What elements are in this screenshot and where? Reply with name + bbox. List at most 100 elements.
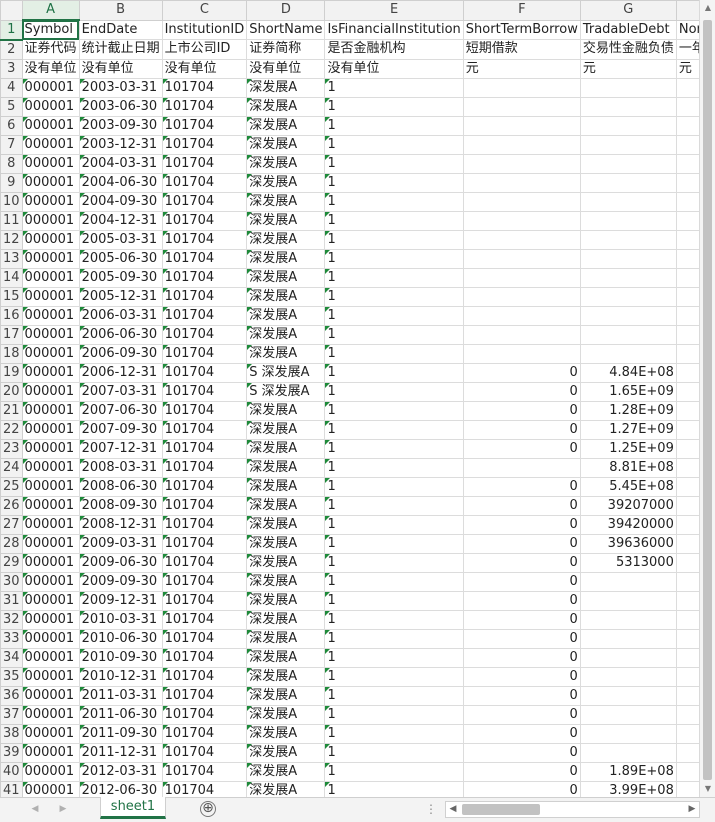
- cell-c[interactable]: 101704: [161, 305, 248, 326]
- cell-h[interactable]: [675, 191, 699, 212]
- cell-b[interactable]: 2011-12-31: [78, 742, 163, 763]
- cell-a[interactable]: 000001: [21, 723, 80, 744]
- cell-a[interactable]: 000001: [21, 628, 80, 649]
- row-header[interactable]: 26: [0, 495, 23, 516]
- cell-b[interactable]: EndDate: [78, 19, 163, 40]
- cell-e[interactable]: 1: [324, 248, 464, 269]
- cell-b[interactable]: 2010-09-30: [78, 647, 163, 668]
- cell-a[interactable]: 000001: [21, 229, 80, 250]
- cell-h[interactable]: [675, 552, 699, 573]
- cell-d[interactable]: 深发展A: [246, 210, 326, 231]
- cell-g[interactable]: [579, 666, 677, 687]
- cell-f[interactable]: 0: [462, 761, 581, 782]
- column-header-h[interactable]: H: [675, 0, 699, 21]
- cell-g[interactable]: 39636000: [579, 533, 677, 554]
- cell-b[interactable]: 2005-09-30: [78, 267, 163, 288]
- cell-g[interactable]: [579, 647, 677, 668]
- cell-e[interactable]: 1: [324, 685, 464, 706]
- cell-d[interactable]: 没有单位: [246, 58, 326, 79]
- cell-g[interactable]: [579, 77, 677, 98]
- cell-c[interactable]: 101704: [161, 438, 248, 459]
- cell-e[interactable]: 1: [324, 457, 464, 478]
- cell-b[interactable]: 2008-12-31: [78, 514, 163, 535]
- cell-h[interactable]: [675, 533, 699, 554]
- cell-b[interactable]: 2008-03-31: [78, 457, 163, 478]
- cell-b[interactable]: 2005-12-31: [78, 286, 163, 307]
- cell-h[interactable]: [675, 286, 699, 307]
- cell-b[interactable]: 2010-12-31: [78, 666, 163, 687]
- cell-d[interactable]: 深发展A: [246, 723, 326, 744]
- cell-h[interactable]: [675, 761, 699, 782]
- cell-e[interactable]: 1: [324, 628, 464, 649]
- cell-f[interactable]: [462, 248, 581, 269]
- cell-h[interactable]: [675, 609, 699, 630]
- cell-h[interactable]: [675, 723, 699, 744]
- cell-e[interactable]: 1: [324, 438, 464, 459]
- cell-f[interactable]: [462, 324, 581, 345]
- row-header[interactable]: 30: [0, 571, 23, 592]
- cell-d[interactable]: 深发展A: [246, 115, 326, 136]
- cell-f[interactable]: [462, 191, 581, 212]
- cell-b[interactable]: 2004-12-31: [78, 210, 163, 231]
- cell-c[interactable]: 101704: [161, 381, 248, 402]
- cell-d[interactable]: 深发展A: [246, 343, 326, 364]
- row-header[interactable]: 40: [0, 761, 23, 782]
- cell-a[interactable]: 000001: [21, 210, 80, 231]
- cell-a[interactable]: 000001: [21, 438, 80, 459]
- cell-b[interactable]: 2009-03-31: [78, 533, 163, 554]
- row-header[interactable]: 6: [0, 115, 23, 136]
- cell-f[interactable]: [462, 343, 581, 364]
- cell-a[interactable]: 000001: [21, 704, 80, 725]
- cell-d[interactable]: 深发展A: [246, 400, 326, 421]
- row-header[interactable]: 15: [0, 286, 23, 307]
- cell-a[interactable]: 000001: [21, 647, 80, 668]
- cell-g[interactable]: 交易性金融负债: [579, 39, 677, 60]
- cell-g[interactable]: [579, 229, 677, 250]
- cell-d[interactable]: 深发展A: [246, 495, 326, 516]
- row-header[interactable]: 7: [0, 134, 23, 155]
- cell-g[interactable]: [579, 685, 677, 706]
- cell-g[interactable]: [579, 134, 677, 155]
- cell-d[interactable]: 深发展A: [246, 476, 326, 497]
- row-header[interactable]: 24: [0, 457, 23, 478]
- cell-f[interactable]: 0: [462, 571, 581, 592]
- cell-b[interactable]: 2011-09-30: [78, 723, 163, 744]
- cell-e[interactable]: 1: [324, 96, 464, 117]
- cell-g[interactable]: [579, 172, 677, 193]
- cell-f[interactable]: 0: [462, 476, 581, 497]
- cell-d[interactable]: 深发展A: [246, 96, 326, 117]
- cell-f[interactable]: 0: [462, 647, 581, 668]
- cell-d[interactable]: 深发展A: [246, 742, 326, 763]
- cell-e[interactable]: 1: [324, 590, 464, 611]
- cell-c[interactable]: 101704: [161, 172, 248, 193]
- cell-a[interactable]: 000001: [21, 609, 80, 630]
- cell-e[interactable]: 1: [324, 552, 464, 573]
- cell-c[interactable]: 101704: [161, 685, 248, 706]
- cell-b[interactable]: 2003-03-31: [78, 77, 163, 98]
- cell-d[interactable]: 深发展A: [246, 590, 326, 611]
- cell-e[interactable]: 1: [324, 609, 464, 630]
- cell-g[interactable]: 3.99E+08: [579, 780, 677, 797]
- row-header[interactable]: 9: [0, 172, 23, 193]
- cell-c[interactable]: 101704: [161, 115, 248, 136]
- cell-e[interactable]: 1: [324, 704, 464, 725]
- cell-e[interactable]: 1: [324, 362, 464, 383]
- cell-h[interactable]: [675, 400, 699, 421]
- scroll-left-icon[interactable]: ◀: [446, 802, 460, 817]
- cell-h[interactable]: [675, 514, 699, 535]
- cell-f[interactable]: [462, 305, 581, 326]
- cell-b[interactable]: 2003-06-30: [78, 96, 163, 117]
- cell-h[interactable]: 一年内到期的非流动负债: [675, 39, 699, 60]
- cell-g[interactable]: [579, 210, 677, 231]
- cell-c[interactable]: 101704: [161, 571, 248, 592]
- cell-g[interactable]: 5.45E+08: [579, 476, 677, 497]
- cell-f[interactable]: 0: [462, 685, 581, 706]
- cell-f[interactable]: [462, 210, 581, 231]
- cell-a[interactable]: 000001: [21, 514, 80, 535]
- cell-d[interactable]: 深发展A: [246, 609, 326, 630]
- cell-c[interactable]: InstitutionID: [161, 19, 248, 40]
- row-header[interactable]: 31: [0, 590, 23, 611]
- row-header[interactable]: 18: [0, 343, 23, 364]
- cell-g[interactable]: 1.89E+08: [579, 761, 677, 782]
- cell-d[interactable]: 深发展A: [246, 248, 326, 269]
